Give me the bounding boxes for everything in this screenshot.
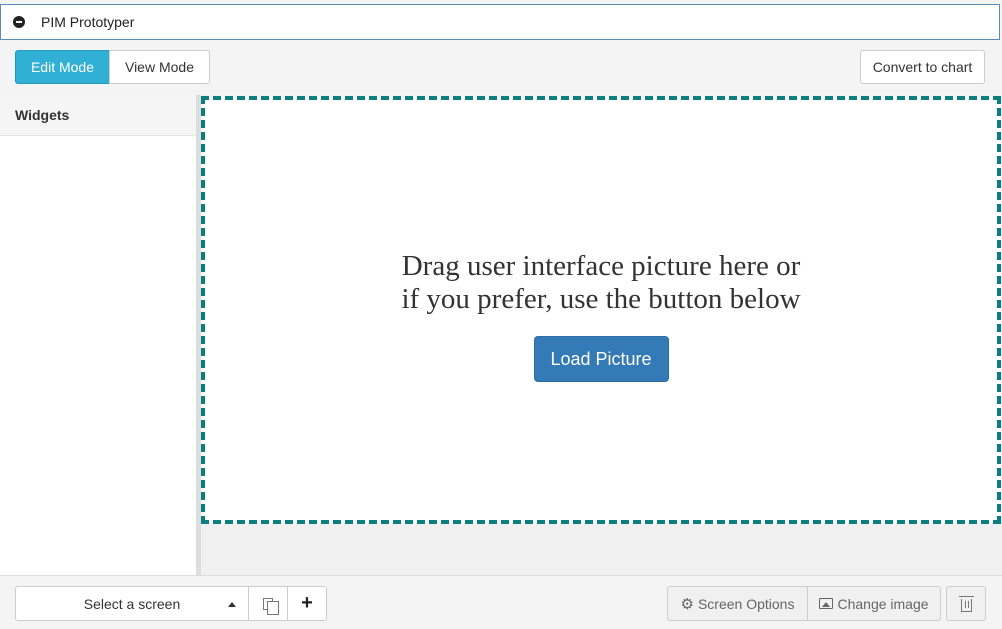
view-mode-button[interactable]: View Mode: [109, 50, 210, 84]
top-toolbar: Edit Mode View Mode Convert to chart: [0, 40, 1002, 95]
screen-options-button[interactable]: ⚙ Screen Options: [667, 586, 808, 621]
widgets-header: Widgets: [0, 95, 196, 136]
collapse-icon[interactable]: [13, 16, 25, 28]
canvas-area: Drag user interface picture here or if y…: [201, 95, 1002, 575]
gear-icon: ⚙: [680, 595, 694, 613]
convert-to-chart-button[interactable]: Convert to chart: [860, 50, 985, 84]
plus-icon: +: [301, 592, 313, 614]
change-image-label: Change image: [837, 595, 929, 612]
load-picture-button[interactable]: Load Picture: [533, 336, 669, 382]
picture-dropzone[interactable]: Drag user interface picture here or if y…: [201, 96, 1001, 524]
dropzone-instructions: Drag user interface picture here or if y…: [401, 250, 801, 315]
title-bar: PIM Prototyper: [0, 4, 1000, 40]
add-screen-button[interactable]: +: [287, 586, 327, 621]
edit-mode-button[interactable]: Edit Mode: [15, 50, 110, 84]
select-screen-dropdown[interactable]: Select a screen: [15, 586, 249, 621]
select-screen-label: Select a screen: [83, 595, 181, 612]
screen-options-label: Screen Options: [697, 595, 795, 612]
delete-screen-button[interactable]: [946, 586, 986, 621]
duplicate-screen-button[interactable]: [248, 586, 288, 621]
trash-icon: [958, 595, 974, 612]
window-title: PIM Prototyper: [41, 14, 135, 30]
widgets-sidebar: Widgets: [0, 95, 196, 575]
bottom-toolbar: Select a screen + ⚙ Screen Options Chang…: [0, 575, 1002, 629]
copy-icon: [263, 597, 279, 615]
image-icon: [819, 598, 834, 609]
change-image-button[interactable]: Change image: [807, 586, 941, 621]
caret-up-icon: [228, 602, 236, 607]
